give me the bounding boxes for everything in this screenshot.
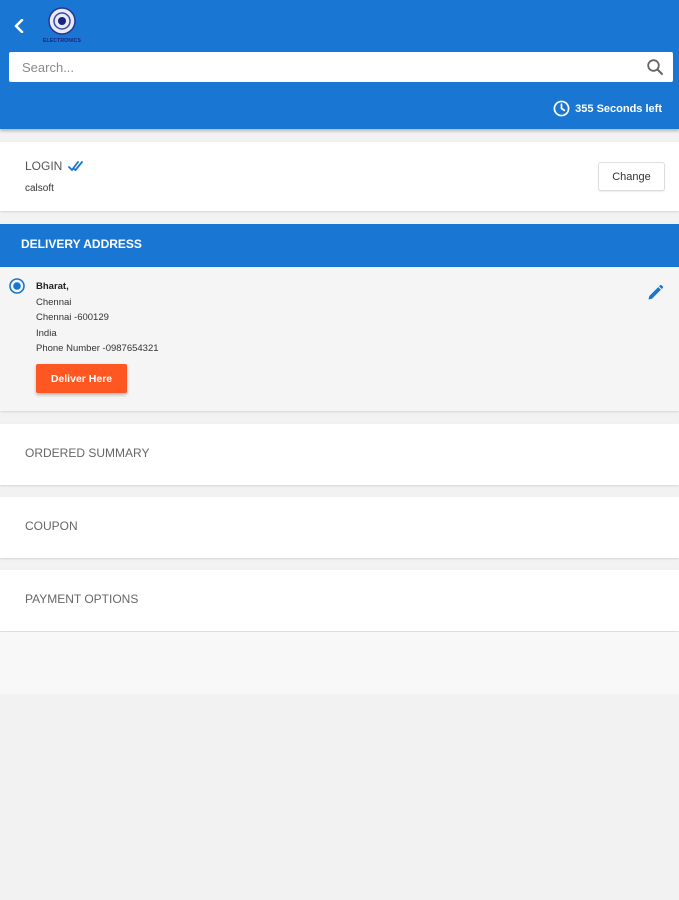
payment-options-label: PAYMENT OPTIONS <box>25 592 139 606</box>
back-arrow-icon <box>14 19 24 33</box>
payment-options-section[interactable]: PAYMENT OPTIONS <box>0 570 679 631</box>
timer-icon <box>553 100 570 117</box>
edit-pencil-icon[interactable] <box>646 284 664 302</box>
login-label: LOGIN <box>25 159 63 173</box>
double-check-icon <box>68 161 84 172</box>
address-details: Bharat, Chennai Chennai -600129 India Ph… <box>36 279 159 357</box>
address-country: India <box>36 327 57 339</box>
search-icon[interactable] <box>646 58 664 76</box>
address-radio-button[interactable] <box>9 278 25 294</box>
deliver-here-button[interactable]: Deliver Here <box>36 364 127 393</box>
back-button[interactable] <box>9 14 29 38</box>
ordered-summary-label: ORDERED SUMMARY <box>25 446 150 460</box>
change-button[interactable]: Change <box>598 162 665 191</box>
app-logo[interactable]: ELECTRONICS <box>36 6 88 46</box>
ordered-summary-section[interactable]: ORDERED SUMMARY <box>0 424 679 485</box>
search-input[interactable] <box>9 52 642 82</box>
logo-text: ELECTRONICS <box>42 38 82 44</box>
address-card: Bharat, Chennai Chennai -600129 India Ph… <box>0 267 679 411</box>
app-bar: ELECTRONICS 355 Seconds left <box>0 0 679 129</box>
content-bottom-area <box>0 632 679 694</box>
login-section: LOGIN calsoft Change <box>0 142 679 211</box>
logo-emblem-icon <box>48 7 76 35</box>
delivery-address-title: DELIVERY ADDRESS <box>21 237 142 251</box>
timer-text: 355 Seconds left <box>575 102 662 115</box>
delivery-address-header: DELIVERY ADDRESS <box>0 224 679 267</box>
session-timer: 355 Seconds left <box>553 100 662 117</box>
coupon-label: COUPON <box>25 519 78 533</box>
address-line2: Chennai -600129 <box>36 312 109 323</box>
coupon-section[interactable]: COUPON <box>0 497 679 558</box>
search-bar <box>9 52 673 82</box>
address-line1: Chennai <box>36 296 72 308</box>
login-heading: LOGIN <box>25 159 84 173</box>
address-phone: Phone Number -0987654321 <box>36 343 159 354</box>
login-username: calsoft <box>25 183 54 194</box>
address-name: Bharat, <box>36 281 69 292</box>
